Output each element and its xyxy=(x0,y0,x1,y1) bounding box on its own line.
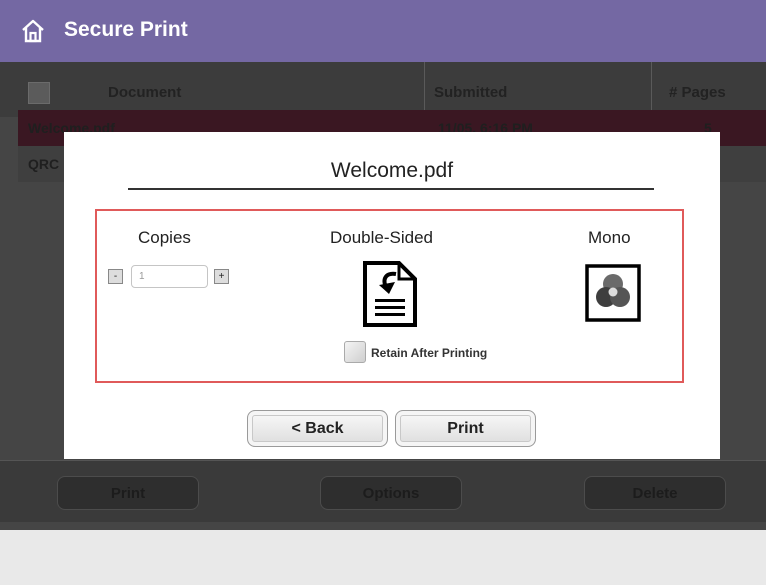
options-button[interactable]: Options xyxy=(320,476,462,510)
copies-input[interactable]: 1 xyxy=(131,265,208,288)
footer-area xyxy=(0,530,766,585)
column-document[interactable]: Document xyxy=(108,84,181,101)
decrement-button[interactable]: - xyxy=(108,269,123,284)
print-button-background[interactable]: Print xyxy=(57,476,199,510)
print-button[interactable]: Print xyxy=(395,410,536,447)
column-submitted[interactable]: Submitted xyxy=(434,84,507,101)
mono-icon[interactable] xyxy=(585,264,641,322)
mono-label: Mono xyxy=(588,228,631,247)
retain-label: Retain After Printing xyxy=(371,346,488,360)
column-pages[interactable]: # Pages xyxy=(669,84,726,101)
back-button[interactable]: < Back xyxy=(247,410,388,447)
retain-checkbox[interactable] xyxy=(344,341,366,363)
home-icon[interactable] xyxy=(20,18,46,44)
select-all-checkbox[interactable] xyxy=(28,82,50,104)
options-panel: Copies - 1 + Double-Sided Mono Retain Af… xyxy=(95,209,684,383)
app-header: Secure Print xyxy=(0,0,766,62)
double-sided-label: Double-Sided xyxy=(330,228,434,247)
increment-button[interactable]: + xyxy=(214,269,229,284)
dialog-title: Welcome.pdf xyxy=(330,159,454,182)
double-sided-icon[interactable] xyxy=(362,260,418,328)
page-title: Secure Print xyxy=(64,18,188,41)
action-bar: Print Options Delete xyxy=(0,460,766,522)
row-document: QRC xyxy=(28,156,60,172)
title-divider xyxy=(128,188,654,190)
print-options-dialog: Welcome.pdf Copies - 1 + Double-Sided Mo… xyxy=(64,132,720,459)
delete-button[interactable]: Delete xyxy=(584,476,726,510)
copies-label: Copies xyxy=(138,228,191,247)
